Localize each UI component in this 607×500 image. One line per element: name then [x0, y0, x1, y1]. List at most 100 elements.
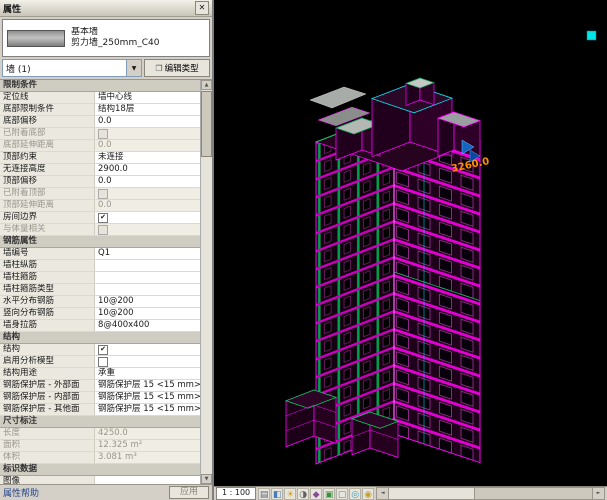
- property-checkbox[interactable]: ✔: [98, 344, 108, 355]
- property-value[interactable]: 未连接: [95, 152, 200, 163]
- property-value[interactable]: 2900.0: [95, 164, 200, 175]
- property-value[interactable]: 10@200: [95, 296, 200, 307]
- scroll-up-icon[interactable]: ▲: [201, 80, 212, 90]
- chevron-down-icon[interactable]: ▼: [126, 60, 141, 76]
- drawing-area[interactable]: 3260.0: [214, 0, 607, 486]
- property-grid: 限制条件 定位线 墙中心线 底部限制条件 结构18层 底部偏移 0.0 已附着底部 底部延伸距离…: [0, 80, 200, 484]
- property-value[interactable]: 钢筋保护层 15 <15 mm>: [95, 404, 200, 415]
- property-value[interactable]: 墙中心线: [95, 92, 200, 103]
- property-row: 长度 4250.0: [0, 428, 200, 440]
- selection-handle[interactable]: [586, 30, 597, 41]
- property-value[interactable]: 0.0: [95, 176, 200, 187]
- property-value: 12.325 m²: [95, 440, 200, 451]
- property-value: [95, 188, 200, 199]
- horizontal-scrollbar[interactable]: ◄ ►: [376, 487, 605, 500]
- property-value[interactable]: [95, 260, 200, 271]
- properties-titlebar[interactable]: 属性 ✕: [0, 0, 212, 17]
- crop-view-icon[interactable]: ▣: [323, 487, 336, 500]
- property-label: 顶部偏移: [0, 176, 95, 187]
- close-icon[interactable]: ✕: [195, 1, 209, 15]
- property-label: 无连接高度: [0, 164, 95, 175]
- property-label: 启用分析模型: [0, 356, 95, 367]
- property-value[interactable]: [95, 284, 200, 295]
- property-value[interactable]: 10@200: [95, 308, 200, 319]
- property-label: 墙柱箍筋: [0, 272, 95, 283]
- type-selector-preview[interactable]: 基本墙 剪力墙_250mm_C40: [2, 19, 210, 57]
- property-row: 定位线 墙中心线: [0, 92, 200, 104]
- scroll-left-icon[interactable]: ◄: [377, 488, 390, 499]
- property-label: 顶部延伸距离: [0, 200, 95, 211]
- detail-level-icon[interactable]: ▤: [258, 487, 271, 500]
- apply-button[interactable]: 应用: [168, 486, 209, 499]
- property-row: 与体量相关: [0, 224, 200, 236]
- property-value[interactable]: ✔: [95, 212, 200, 223]
- property-row: 面积 12.325 m²: [0, 440, 200, 452]
- property-value[interactable]: 承重: [95, 368, 200, 379]
- scrollbar-thumb[interactable]: [201, 91, 212, 157]
- view-bar-icons: ▤ ◧ ☀ ◑ ◆ ▣ ▢ ◎ ◉: [258, 487, 375, 500]
- temporary-hide-isolate-icon[interactable]: ◎: [349, 487, 362, 500]
- property-checkbox: [98, 224, 108, 235]
- property-checkbox[interactable]: ✔: [98, 212, 108, 223]
- property-checkbox[interactable]: [98, 356, 108, 367]
- scroll-down-icon[interactable]: ▼: [201, 474, 212, 484]
- view-control-bar: 1 : 100 ▤ ◧ ☀ ◑ ◆ ▣ ▢ ◎ ◉ ◄ ►: [214, 486, 607, 500]
- visual-style-icon[interactable]: ◧: [271, 487, 284, 500]
- property-value: [95, 128, 200, 139]
- property-label: 结构: [0, 344, 95, 355]
- property-value[interactable]: 钢筋保护层 15 <15 mm>: [95, 392, 200, 403]
- building-model: [284, 77, 482, 465]
- property-value[interactable]: [95, 356, 200, 367]
- edit-type-button[interactable]: ❐ 编辑类型: [144, 59, 210, 77]
- property-label: 水平分布钢筋: [0, 296, 95, 307]
- scale-control[interactable]: 1 : 100: [216, 487, 257, 500]
- property-value[interactable]: [95, 272, 200, 283]
- property-value[interactable]: Q1: [95, 248, 200, 259]
- property-row: 墙柱箍筋: [0, 272, 200, 284]
- sun-path-icon[interactable]: ☀: [284, 487, 297, 500]
- property-value[interactable]: 8@400x400: [95, 320, 200, 331]
- scroll-right-icon[interactable]: ►: [592, 488, 604, 499]
- property-row: 结构 ✔: [0, 344, 200, 356]
- property-label: 已附着顶部: [0, 188, 95, 199]
- property-label: 底部偏移: [0, 116, 95, 127]
- property-group-header[interactable]: 结构: [0, 332, 200, 344]
- property-value[interactable]: 结构18层: [95, 104, 200, 115]
- property-label: 底部延伸距离: [0, 140, 95, 151]
- element-filter-select[interactable]: 墙 (1) ▼: [2, 59, 142, 77]
- shadows-icon[interactable]: ◑: [297, 487, 310, 500]
- property-row: 已附着底部: [0, 128, 200, 140]
- property-label: 墙身拉筋: [0, 320, 95, 331]
- property-group-header[interactable]: 钢筋属性: [0, 236, 200, 248]
- property-label: 钢筋保护层 - 外部面: [0, 380, 95, 391]
- properties-help-link[interactable]: 属性帮助: [3, 486, 39, 499]
- properties-panel: 属性 ✕ 基本墙 剪力墙_250mm_C40 墙 (1) ▼ ❐ 编辑类型 限制…: [0, 0, 214, 500]
- property-label: 房间边界: [0, 212, 95, 223]
- revit-window: 属性 ✕ 基本墙 剪力墙_250mm_C40 墙 (1) ▼ ❐ 编辑类型 限制…: [0, 0, 607, 500]
- property-label: 体积: [0, 452, 95, 463]
- property-group-header[interactable]: 限制条件: [0, 80, 200, 92]
- property-group-header[interactable]: 标识数据: [0, 464, 200, 476]
- property-row: 墙柱箍筋类型: [0, 284, 200, 296]
- property-label: 长度: [0, 428, 95, 439]
- property-value[interactable]: [95, 476, 200, 484]
- property-value[interactable]: 钢筋保护层 15 <15 mm>: [95, 380, 200, 391]
- property-label: 已附着底部: [0, 128, 95, 139]
- horizontal-scroll-thumb[interactable]: [389, 488, 476, 499]
- property-row: 底部偏移 0.0: [0, 116, 200, 128]
- property-value[interactable]: 0.0: [95, 116, 200, 127]
- property-value: 4250.0: [95, 428, 200, 439]
- property-value: 3.081 m³: [95, 452, 200, 463]
- property-value[interactable]: ✔: [95, 344, 200, 355]
- panel-scrollbar[interactable]: ▲ ▼: [200, 80, 212, 484]
- horizontal-scroll-track[interactable]: [389, 488, 592, 499]
- property-group-header[interactable]: 尺寸标注: [0, 416, 200, 428]
- reveal-hidden-elements-icon[interactable]: ◉: [362, 487, 375, 500]
- show-crop-region-icon[interactable]: ▢: [336, 487, 349, 500]
- property-label: 图像: [0, 476, 95, 484]
- property-value: 0.0: [95, 200, 200, 211]
- properties-footer: 属性帮助 应用: [0, 484, 212, 500]
- property-row: 图像: [0, 476, 200, 484]
- property-row: 墙柱纵筋: [0, 260, 200, 272]
- show-rendering-dialog-icon[interactable]: ◆: [310, 487, 323, 500]
